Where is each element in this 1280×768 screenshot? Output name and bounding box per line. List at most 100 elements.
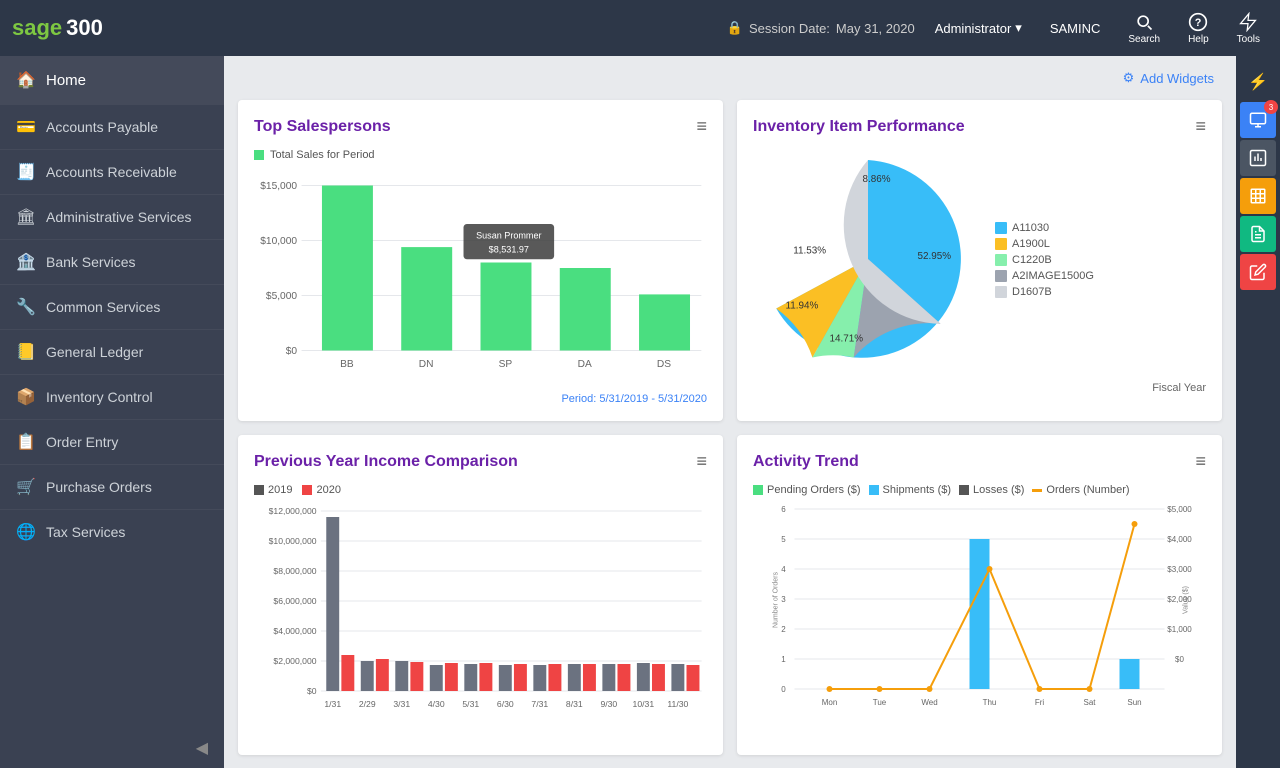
top-salespersons-menu[interactable]: ≡	[696, 116, 707, 137]
svg-text:Value ($): Value ($)	[1183, 586, 1190, 614]
top-salespersons-chart: $15,000 $10,000 $5,000 $0 BB	[254, 169, 707, 389]
sidebar-item-inventory-control[interactable]: 📦 Inventory Control	[0, 374, 224, 419]
content-topbar: ⚙ Add Widgets	[238, 66, 1222, 90]
sidebar-item-administrative-services[interactable]: 🏛 Administrative Services	[0, 194, 224, 239]
right-panel-lightning-button[interactable]: ⚡	[1240, 64, 1276, 100]
svg-text:10/31: 10/31	[633, 699, 655, 709]
legend-color-a1900l	[995, 238, 1007, 250]
sidebar-collapse-button[interactable]: ◀	[0, 728, 224, 768]
legend-label-a2image: A2IMAGE1500G	[1012, 270, 1094, 282]
sidebar-accounts-payable-label: Accounts Payable	[46, 119, 158, 135]
svg-text:?: ?	[1195, 17, 1202, 29]
svg-text:6: 6	[781, 505, 786, 514]
chart-period: Period: 5/31/2019 - 5/31/2020	[254, 393, 707, 405]
svg-text:$10,000,000: $10,000,000	[269, 536, 317, 546]
svg-text:52.95%: 52.95%	[918, 251, 952, 262]
activity-legend: Pending Orders ($) Shipments ($) Losses …	[753, 484, 1206, 496]
activity-chart-svg: 6 5 4 3 2 1 0 $5,000 $4,000 $3,000 $2,00…	[753, 500, 1206, 720]
activity-title: Activity Trend	[753, 453, 859, 471]
sidebar-item-home[interactable]: 🏠 Home	[0, 56, 224, 104]
svg-text:Thu: Thu	[983, 698, 997, 707]
inventory-menu[interactable]: ≡	[1195, 116, 1206, 137]
sidebar-item-tax-services[interactable]: 🌐 Tax Services	[0, 509, 224, 554]
order-entry-icon: 📋	[16, 432, 36, 452]
sidebar-order-entry-label: Order Entry	[46, 434, 118, 450]
income-menu[interactable]: ≡	[696, 451, 707, 472]
legend-color-a2image	[995, 270, 1007, 282]
purchase-orders-icon: 🛒	[16, 477, 36, 497]
right-panel-screen-button[interactable]: 3	[1240, 102, 1276, 138]
lock-icon: 🔒	[727, 20, 743, 36]
help-button[interactable]: ? Help	[1180, 8, 1217, 49]
sidebar-item-common-services[interactable]: 🔧 Common Services	[0, 284, 224, 329]
sidebar-item-bank-services[interactable]: 🏦 Bank Services	[0, 239, 224, 284]
search-button[interactable]: Search	[1120, 8, 1168, 49]
tax-services-icon: 🌐	[16, 522, 36, 542]
widget-inventory-performance: Inventory Item Performance ≡	[737, 100, 1222, 421]
legend-2019-dot	[254, 485, 264, 495]
sidebar-common-services-label: Common Services	[46, 299, 160, 315]
sidebar-item-order-entry[interactable]: 📋 Order Entry	[0, 419, 224, 464]
svg-text:DS: DS	[657, 359, 671, 370]
right-panel-analytics-button[interactable]	[1240, 140, 1276, 176]
svg-text:$0: $0	[1175, 655, 1184, 664]
legend-2019-label: 2019	[268, 484, 292, 496]
widget-header-inventory: Inventory Item Performance ≡	[753, 116, 1206, 137]
sidebar-home-label: Home	[46, 72, 86, 89]
svg-text:6/30: 6/30	[497, 699, 514, 709]
svg-text:0: 0	[781, 685, 786, 694]
sidebar-item-accounts-receivable[interactable]: 🧾 Accounts Receivable	[0, 149, 224, 194]
svg-text:9/30: 9/30	[600, 699, 617, 709]
add-widgets-button[interactable]: ⚙ Add Widgets	[1115, 66, 1222, 90]
legend-losses-label: Losses ($)	[973, 484, 1024, 496]
svg-text:2: 2	[781, 625, 786, 634]
legend-label-c1220b: C1220B	[1012, 254, 1052, 266]
tools-label: Tools	[1237, 34, 1260, 45]
sidebar-item-general-ledger[interactable]: 📒 General Ledger	[0, 329, 224, 374]
content-area: ⚙ Add Widgets Top Salespersons ≡ Total S…	[224, 56, 1236, 768]
bank-services-icon: 🏦	[16, 252, 36, 272]
right-panel-doc-button[interactable]	[1240, 216, 1276, 252]
legend-2020-label: 2020	[316, 484, 340, 496]
bar-chart-svg: $15,000 $10,000 $5,000 $0 BB	[254, 169, 707, 389]
legend-shipments-label: Shipments ($)	[883, 484, 951, 496]
tools-button[interactable]: Tools	[1229, 8, 1268, 49]
activity-chart: 6 5 4 3 2 1 0 $5,000 $4,000 $3,000 $2,00…	[753, 500, 1206, 730]
svg-text:2/29: 2/29	[359, 699, 376, 709]
pie-chart-area: 52.95% 14.71% 11.94% 11.53% 8.86%	[753, 149, 983, 374]
svg-text:$8,531.97: $8,531.97	[489, 245, 529, 255]
income-title: Previous Year Income Comparison	[254, 453, 518, 471]
svg-text:Wed: Wed	[921, 698, 937, 707]
svg-text:$2,000,000: $2,000,000	[273, 656, 317, 666]
legend-pending-dot	[753, 485, 763, 495]
pie-chart-svg: 52.95% 14.71% 11.94% 11.53% 8.86%	[753, 149, 983, 369]
legend-item-d1607b: D1607B	[995, 286, 1094, 298]
legend-color-a11030	[995, 222, 1007, 234]
svg-text:BB: BB	[340, 359, 354, 370]
legend-item-a11030: A11030	[995, 222, 1094, 234]
general-ledger-icon: 📒	[16, 342, 36, 362]
right-panel-table-button[interactable]	[1240, 178, 1276, 214]
logo-sage: sage	[12, 15, 62, 41]
legend-label-a1900l: A1900L	[1012, 238, 1050, 250]
legend-orders-dot	[1032, 489, 1042, 492]
svg-text:4: 4	[781, 565, 786, 574]
legend-color-c1220b	[995, 254, 1007, 266]
sidebar-item-accounts-payable[interactable]: 💳 Accounts Payable	[0, 104, 224, 149]
admin-dropdown[interactable]: Administrator ▾	[927, 16, 1030, 40]
legend-item-c1220b: C1220B	[995, 254, 1094, 266]
sidebar-item-purchase-orders[interactable]: 🛒 Purchase Orders	[0, 464, 224, 509]
income-legend: 2019 2020	[254, 484, 707, 496]
svg-text:$6,000,000: $6,000,000	[273, 596, 317, 606]
accounts-receivable-icon: 🧾	[16, 162, 36, 182]
svg-text:4/30: 4/30	[428, 699, 445, 709]
svg-text:$12,000,000: $12,000,000	[269, 506, 317, 516]
legend-orders-label: Orders (Number)	[1046, 484, 1129, 496]
fiscal-year-label: Fiscal Year	[753, 382, 1206, 394]
svg-text:$0: $0	[307, 686, 317, 696]
activity-menu[interactable]: ≡	[1195, 451, 1206, 472]
top-salespersons-title: Top Salespersons	[254, 118, 391, 136]
right-panel-edit-button[interactable]	[1240, 254, 1276, 290]
svg-text:Sun: Sun	[1127, 698, 1141, 707]
widget-header-top-salespersons: Top Salespersons ≡	[254, 116, 707, 137]
